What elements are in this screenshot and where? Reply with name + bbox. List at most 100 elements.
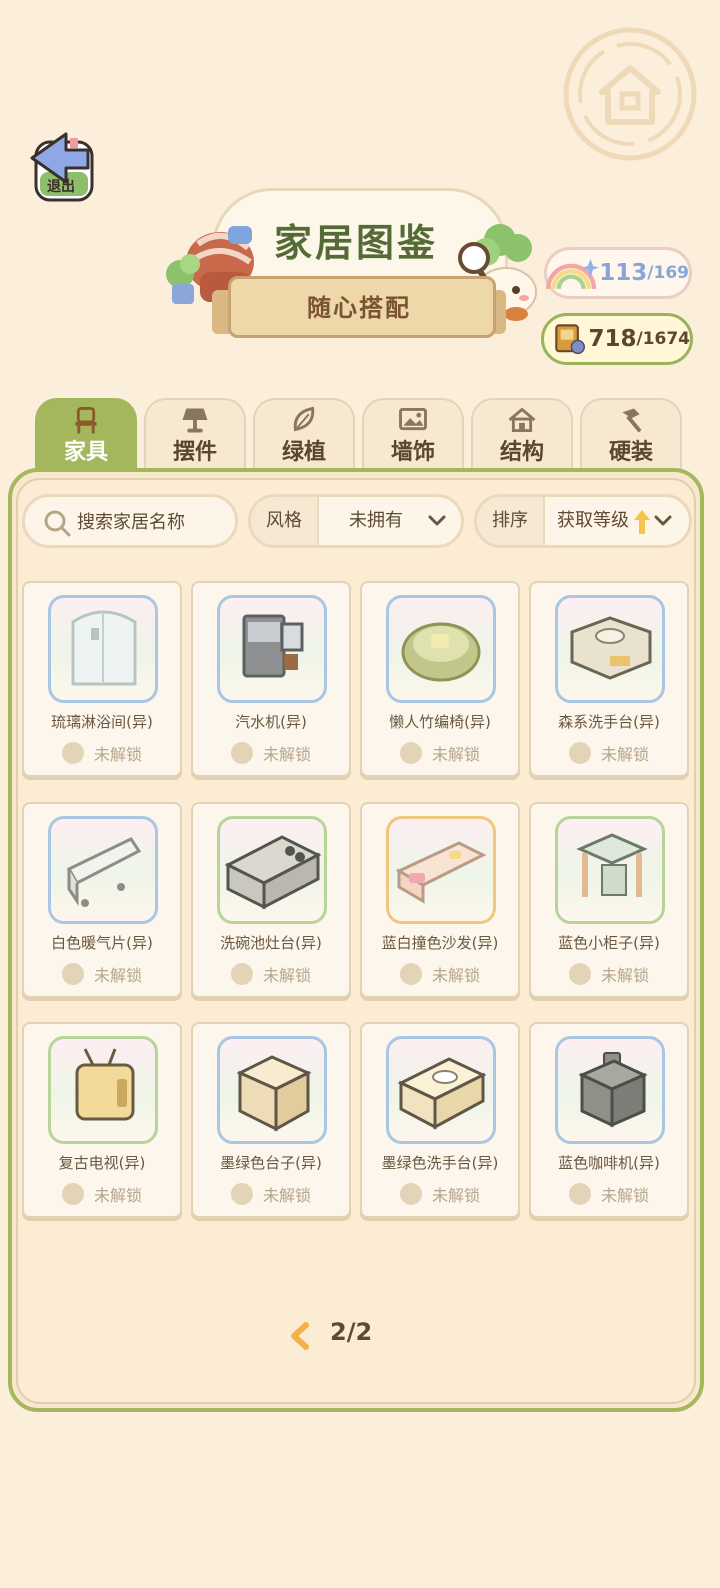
lock-status-text: 未解锁 (431, 745, 480, 764)
item-card-small-cabinet[interactable]: 蓝色小柜子(异) 未解锁 (529, 802, 689, 998)
search-icon (44, 510, 71, 537)
lock-status-text: 未解锁 (93, 966, 142, 985)
page-title: 家居图鉴 (273, 221, 438, 265)
item-card-coffee-machine[interactable]: 蓝色咖啡机(异) 未解锁 (529, 1022, 689, 1218)
lock-status-dot-icon (568, 1183, 591, 1205)
item-name: 蓝白撞色沙发(异) (381, 934, 499, 952)
tab-hardware[interactable]: 硬装 (580, 398, 682, 470)
shower-cabin-icon (71, 610, 137, 686)
lock-status: 未解锁 (24, 1182, 180, 1206)
tab-wall-decor[interactable]: 墙饰 (362, 398, 464, 470)
counter-block-icon (236, 1055, 312, 1132)
item-name: 复古电视(异) (58, 1154, 146, 1172)
kitchen-counter-icon (224, 835, 322, 910)
lock-status: 未解锁 (362, 1182, 518, 1206)
sort-dropdown[interactable]: 排序 获取等级 (474, 494, 692, 548)
lock-status-dot-icon (568, 963, 591, 985)
sort-ascending-arrow-icon (634, 510, 650, 534)
lock-status-text: 未解锁 (431, 1186, 480, 1205)
lock-status: 未解锁 (362, 741, 518, 765)
item-name: 蓝色小柜子(异) (558, 934, 660, 952)
item-name: 蓝色咖啡机(异) (558, 1154, 660, 1172)
small-cabinet-icon (576, 833, 648, 897)
points-total: /1674 (636, 329, 690, 349)
item-thumbnail (386, 595, 496, 703)
item-card-retro-tv[interactable]: 复古电视(异) 未解锁 (22, 1022, 182, 1218)
item-thumbnail (217, 595, 327, 703)
tab-label: 墙饰 (390, 440, 435, 465)
hammer-icon (622, 408, 642, 433)
page-subtitle: 随心搭配 (307, 294, 411, 322)
item-name: 白色暖气片(异) (51, 934, 153, 952)
coffee-machine-icon (578, 1052, 648, 1128)
lock-status-text: 未解锁 (93, 745, 142, 764)
item-thumbnail (217, 1036, 327, 1144)
lock-status-text: 未解锁 (600, 1186, 649, 1205)
tab-label: 摆件 (172, 440, 217, 465)
item-card-radiator[interactable]: 白色暖气片(异) 未解锁 (22, 802, 182, 998)
lamp-icon (182, 408, 208, 433)
sort-key: 排序 (477, 497, 545, 545)
chair-icon (75, 407, 97, 434)
lock-status-text: 未解锁 (600, 745, 649, 764)
lock-status: 未解锁 (531, 962, 687, 986)
lock-status-dot-icon (61, 1183, 84, 1205)
tab-furniture[interactable]: 家具 (35, 398, 137, 470)
lock-status-dot-icon (230, 742, 253, 764)
previous-page-icon[interactable] (288, 1322, 312, 1350)
lock-status: 未解锁 (193, 741, 349, 765)
exit-label: 退出 (47, 179, 75, 195)
item-name: 洗碗池灶台(异) (220, 934, 322, 952)
lock-status-text: 未解锁 (262, 745, 311, 764)
tab-label: 家具 (63, 440, 108, 465)
lock-status-text: 未解锁 (600, 966, 649, 985)
item-thumbnail (386, 816, 496, 924)
radiator-icon (66, 837, 142, 907)
sort-value: 获取等级 (557, 510, 629, 531)
house-icon (508, 407, 536, 433)
item-thumbnail (555, 1036, 665, 1144)
tab-label: 硬装 (608, 440, 653, 465)
exit-button[interactable]: 退出 (26, 128, 98, 204)
lock-status-text: 未解锁 (262, 966, 311, 985)
lock-status-dot-icon (399, 1183, 422, 1205)
lock-status-dot-icon (61, 963, 84, 985)
item-name: 琉璃淋浴间(异) (51, 713, 153, 731)
lock-status-text: 未解锁 (262, 1186, 311, 1205)
item-card-kitchen-counter[interactable]: 洗碗池灶台(异) 未解锁 (191, 802, 351, 998)
item-thumbnail (217, 816, 327, 924)
item-card-shower-cabin[interactable]: 琉璃淋浴间(异) 未解锁 (22, 581, 182, 777)
item-name: 懒人竹编椅(异) (389, 713, 491, 731)
search-input[interactable] (75, 507, 229, 537)
retro-tv-icon (75, 1048, 135, 1121)
tab-ornaments[interactable]: 摆件 (144, 398, 246, 470)
chevron-down-icon (654, 515, 672, 526)
book-badge-icon (555, 324, 586, 355)
bamboo-chair-icon (401, 622, 481, 682)
item-name: 墨绿色台子(异) (220, 1154, 322, 1172)
rainbow-sparkle-icon (546, 258, 600, 290)
tab-plants[interactable]: 绿植 (253, 398, 355, 470)
style-filter-key: 风格 (251, 497, 319, 545)
tab-structure[interactable]: 结构 (471, 398, 573, 470)
lock-status-dot-icon (230, 1183, 253, 1205)
tab-label: 结构 (499, 440, 544, 465)
item-card-bamboo-chair[interactable]: 懒人竹编椅(异) 未解锁 (360, 581, 520, 777)
item-card-vanity-sink[interactable]: 墨绿色洗手台(异) 未解锁 (360, 1022, 520, 1218)
item-card-soda-machine[interactable]: 汽水机(异) 未解锁 (191, 581, 351, 777)
lock-status-text: 未解锁 (431, 966, 480, 985)
points-value: 718 (588, 326, 637, 352)
search-box[interactable] (22, 494, 238, 548)
picture-frame-icon (399, 407, 427, 431)
lock-status-dot-icon (399, 742, 422, 764)
item-thumbnail (555, 816, 665, 924)
item-card-sofa[interactable]: 蓝白撞色沙发(异) 未解锁 (360, 802, 520, 998)
item-card-counter-block[interactable]: 墨绿色台子(异) 未解锁 (191, 1022, 351, 1218)
lock-status: 未解锁 (362, 962, 518, 986)
home-stamp-icon (563, 27, 697, 161)
lock-status-dot-icon (230, 963, 253, 985)
lock-status-text: 未解锁 (93, 1186, 142, 1205)
item-thumbnail (555, 595, 665, 703)
item-card-wash-basin[interactable]: 森系洗手台(异) 未解锁 (529, 581, 689, 777)
style-filter-dropdown[interactable]: 风格 未拥有 (248, 494, 464, 548)
